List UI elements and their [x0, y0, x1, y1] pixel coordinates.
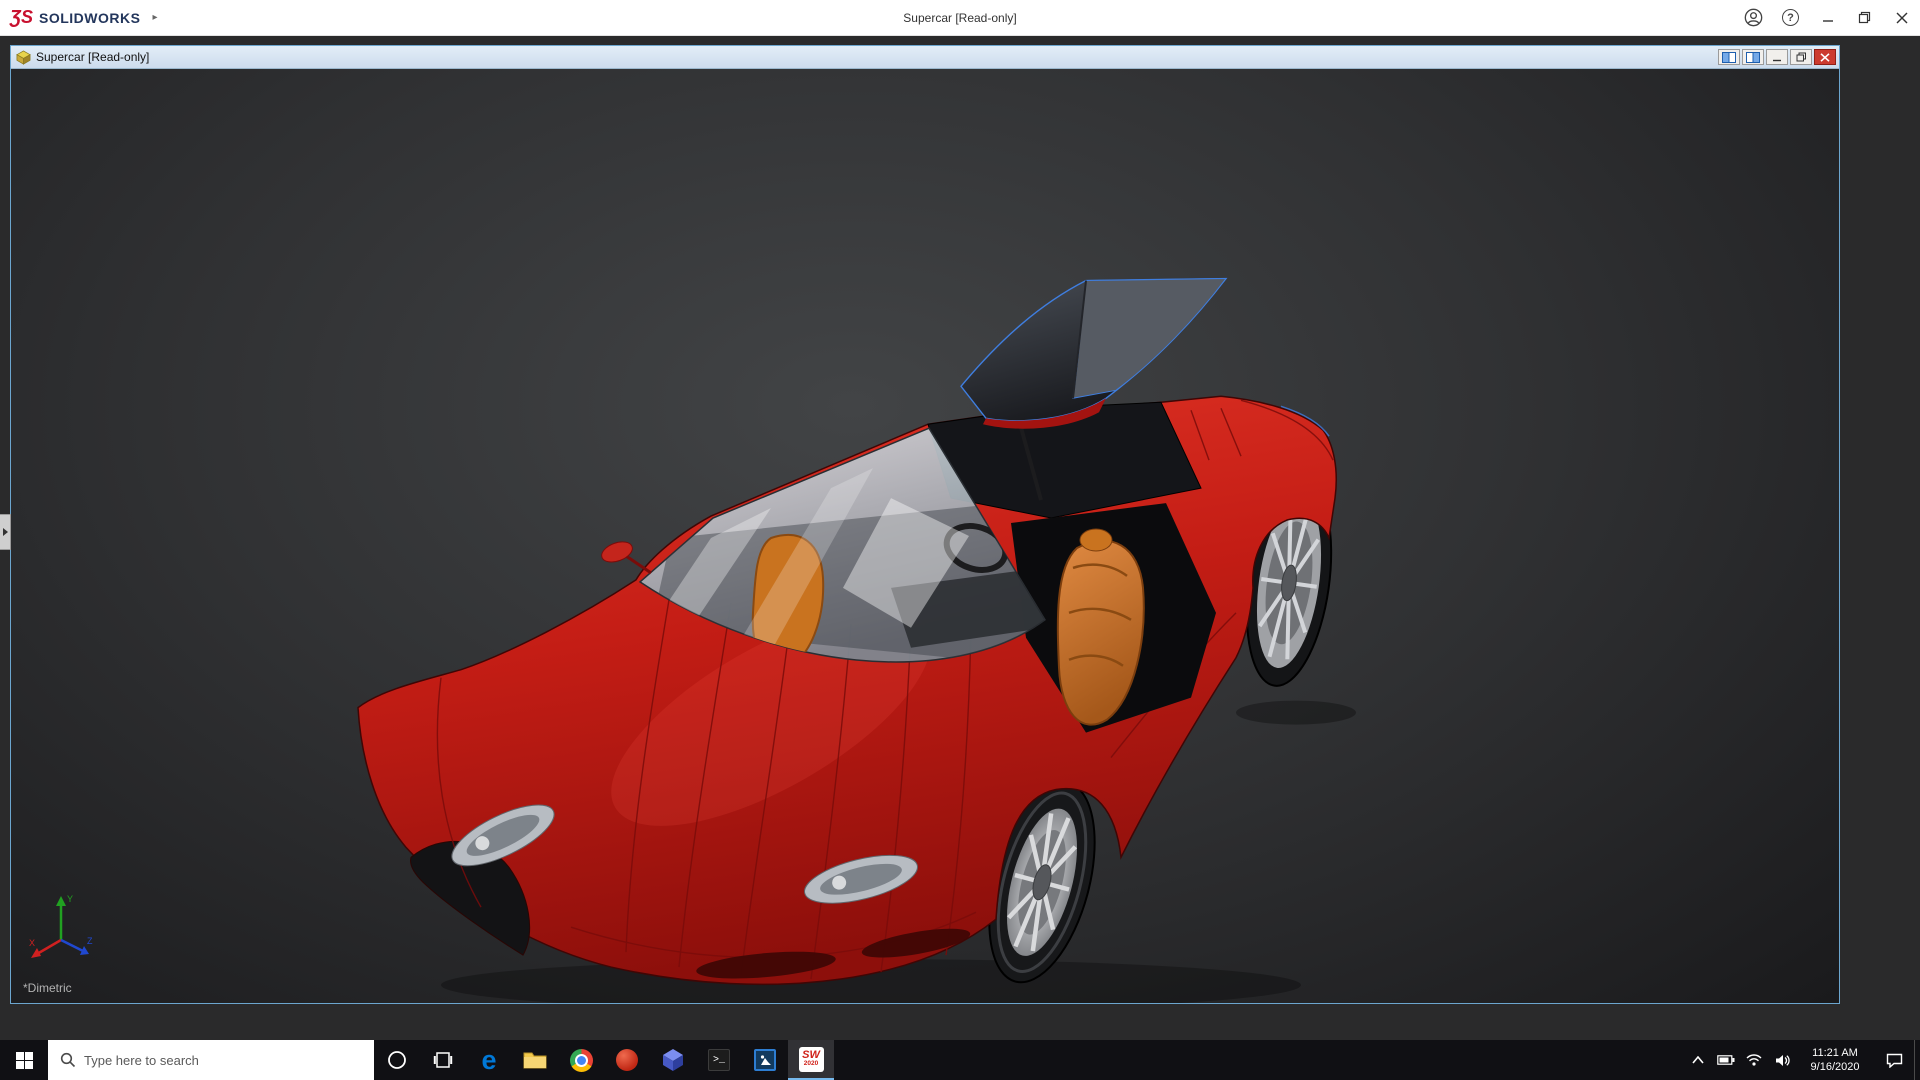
cube-app-button[interactable] [650, 1040, 696, 1080]
close-button[interactable] [1883, 0, 1920, 36]
app-titlebar: ƷS SOLIDWORKS ▸ Supercar [Read-only] ? [0, 0, 1920, 36]
doc-close-icon [1820, 53, 1830, 62]
doc-minimize-button[interactable] [1766, 49, 1788, 65]
doc-minimize-icon [1772, 53, 1782, 62]
command-prompt-button[interactable]: >_ [696, 1040, 742, 1080]
z-axis-label: Z [87, 936, 93, 946]
featuremanager-expand-icon [2, 528, 8, 536]
menu-expand-arrow-icon[interactable]: ▸ [152, 12, 157, 23]
mdi-client-area: Supercar [Read-only] [0, 36, 1920, 1040]
dassault-logo-icon: ƷS [10, 7, 33, 28]
document-titlebar[interactable]: Supercar [Read-only] [11, 46, 1839, 68]
car-model-render [11, 69, 1839, 1003]
close-icon [1896, 12, 1908, 24]
taskbar-clock[interactable]: 11:21 AM 9/16/2020 [1796, 1046, 1874, 1075]
x-axis-arrow-icon [31, 948, 41, 958]
y-axis-label: Y [67, 894, 73, 904]
battery-icon [1717, 1055, 1735, 1065]
clock-date: 9/16/2020 [1796, 1060, 1874, 1074]
taskbar-search-box[interactable] [48, 1040, 374, 1080]
cortana-icon [387, 1050, 407, 1070]
split-pane-left-button[interactable] [1718, 49, 1740, 65]
chrome-icon [570, 1049, 593, 1072]
help-icon: ? [1782, 9, 1799, 26]
edge-icon: e [481, 1047, 496, 1074]
document-window-controls [1718, 49, 1836, 65]
doc-close-button[interactable] [1814, 49, 1836, 65]
red-app-icon [616, 1049, 638, 1071]
battery-tray-button[interactable] [1712, 1040, 1740, 1080]
volume-tray-button[interactable] [1768, 1040, 1796, 1080]
media-app-icon [754, 1049, 776, 1071]
action-center-icon [1886, 1053, 1903, 1068]
side-mirror [599, 538, 651, 573]
chevron-up-icon [1692, 1056, 1704, 1064]
seat-headrest [1080, 529, 1112, 551]
hidden-icons-button[interactable] [1684, 1040, 1712, 1080]
document-title: Supercar [Read-only] [36, 50, 149, 64]
featuremanager-expand-tab[interactable] [0, 514, 11, 550]
y-axis-arrow-icon [56, 896, 66, 906]
cube-app-icon [662, 1048, 684, 1072]
solidworks-taskbar-button[interactable]: SW 2020 [788, 1040, 834, 1080]
command-prompt-icon: >_ [708, 1049, 730, 1071]
search-icon [60, 1052, 76, 1068]
speaker-icon [1775, 1054, 1790, 1067]
restore-icon [1858, 11, 1871, 24]
part-document-icon [16, 50, 31, 65]
wifi-icon [1746, 1054, 1762, 1066]
action-center-button[interactable] [1874, 1040, 1914, 1080]
help-button[interactable]: ? [1772, 0, 1809, 36]
windows-taskbar: e >_ SW 2020 [0, 1040, 1920, 1080]
task-view-button[interactable] [420, 1040, 466, 1080]
task-view-icon [433, 1051, 453, 1069]
app-window-controls: ? [1735, 0, 1920, 35]
file-explorer-button[interactable] [512, 1040, 558, 1080]
red-app-button[interactable] [604, 1040, 650, 1080]
x-axis-label: X [29, 938, 35, 948]
doc-restore-icon [1796, 52, 1807, 62]
brand-name: SOLIDWORKS [39, 10, 140, 26]
user-account-button[interactable] [1735, 0, 1772, 36]
show-desktop-button[interactable] [1914, 1040, 1920, 1080]
file-explorer-icon [523, 1050, 547, 1070]
search-input[interactable] [84, 1053, 334, 1068]
solidworks-brand: ƷS SOLIDWORKS ▸ [0, 7, 158, 28]
edge-taskbar-button[interactable]: e [466, 1040, 512, 1080]
windows-logo-icon [16, 1052, 33, 1069]
graphics-viewport[interactable]: Y X Z *Dimetric [11, 68, 1839, 1003]
minimize-icon [1822, 12, 1834, 24]
chrome-taskbar-button[interactable] [558, 1040, 604, 1080]
network-tray-button[interactable] [1740, 1040, 1768, 1080]
system-tray: 11:21 AM 9/16/2020 [1684, 1040, 1920, 1080]
doc-restore-button[interactable] [1790, 49, 1812, 65]
view-orientation-label: *Dimetric [23, 981, 72, 995]
split-pane-right-button[interactable] [1742, 49, 1764, 65]
solidworks-app-icon: SW 2020 [799, 1047, 824, 1072]
split-pane-left-icon [1722, 52, 1736, 63]
orientation-triad: Y X Z [27, 888, 101, 967]
user-icon [1744, 8, 1763, 27]
document-window: Supercar [Read-only] [10, 45, 1840, 1004]
split-pane-right-icon [1746, 52, 1760, 63]
start-button[interactable] [0, 1040, 48, 1080]
app-window-title: Supercar [Read-only] [0, 11, 1920, 25]
restore-button[interactable] [1846, 0, 1883, 36]
clock-time: 11:21 AM [1796, 1046, 1874, 1060]
minimize-button[interactable] [1809, 0, 1846, 36]
media-app-button[interactable] [742, 1040, 788, 1080]
cortana-button[interactable] [374, 1040, 420, 1080]
